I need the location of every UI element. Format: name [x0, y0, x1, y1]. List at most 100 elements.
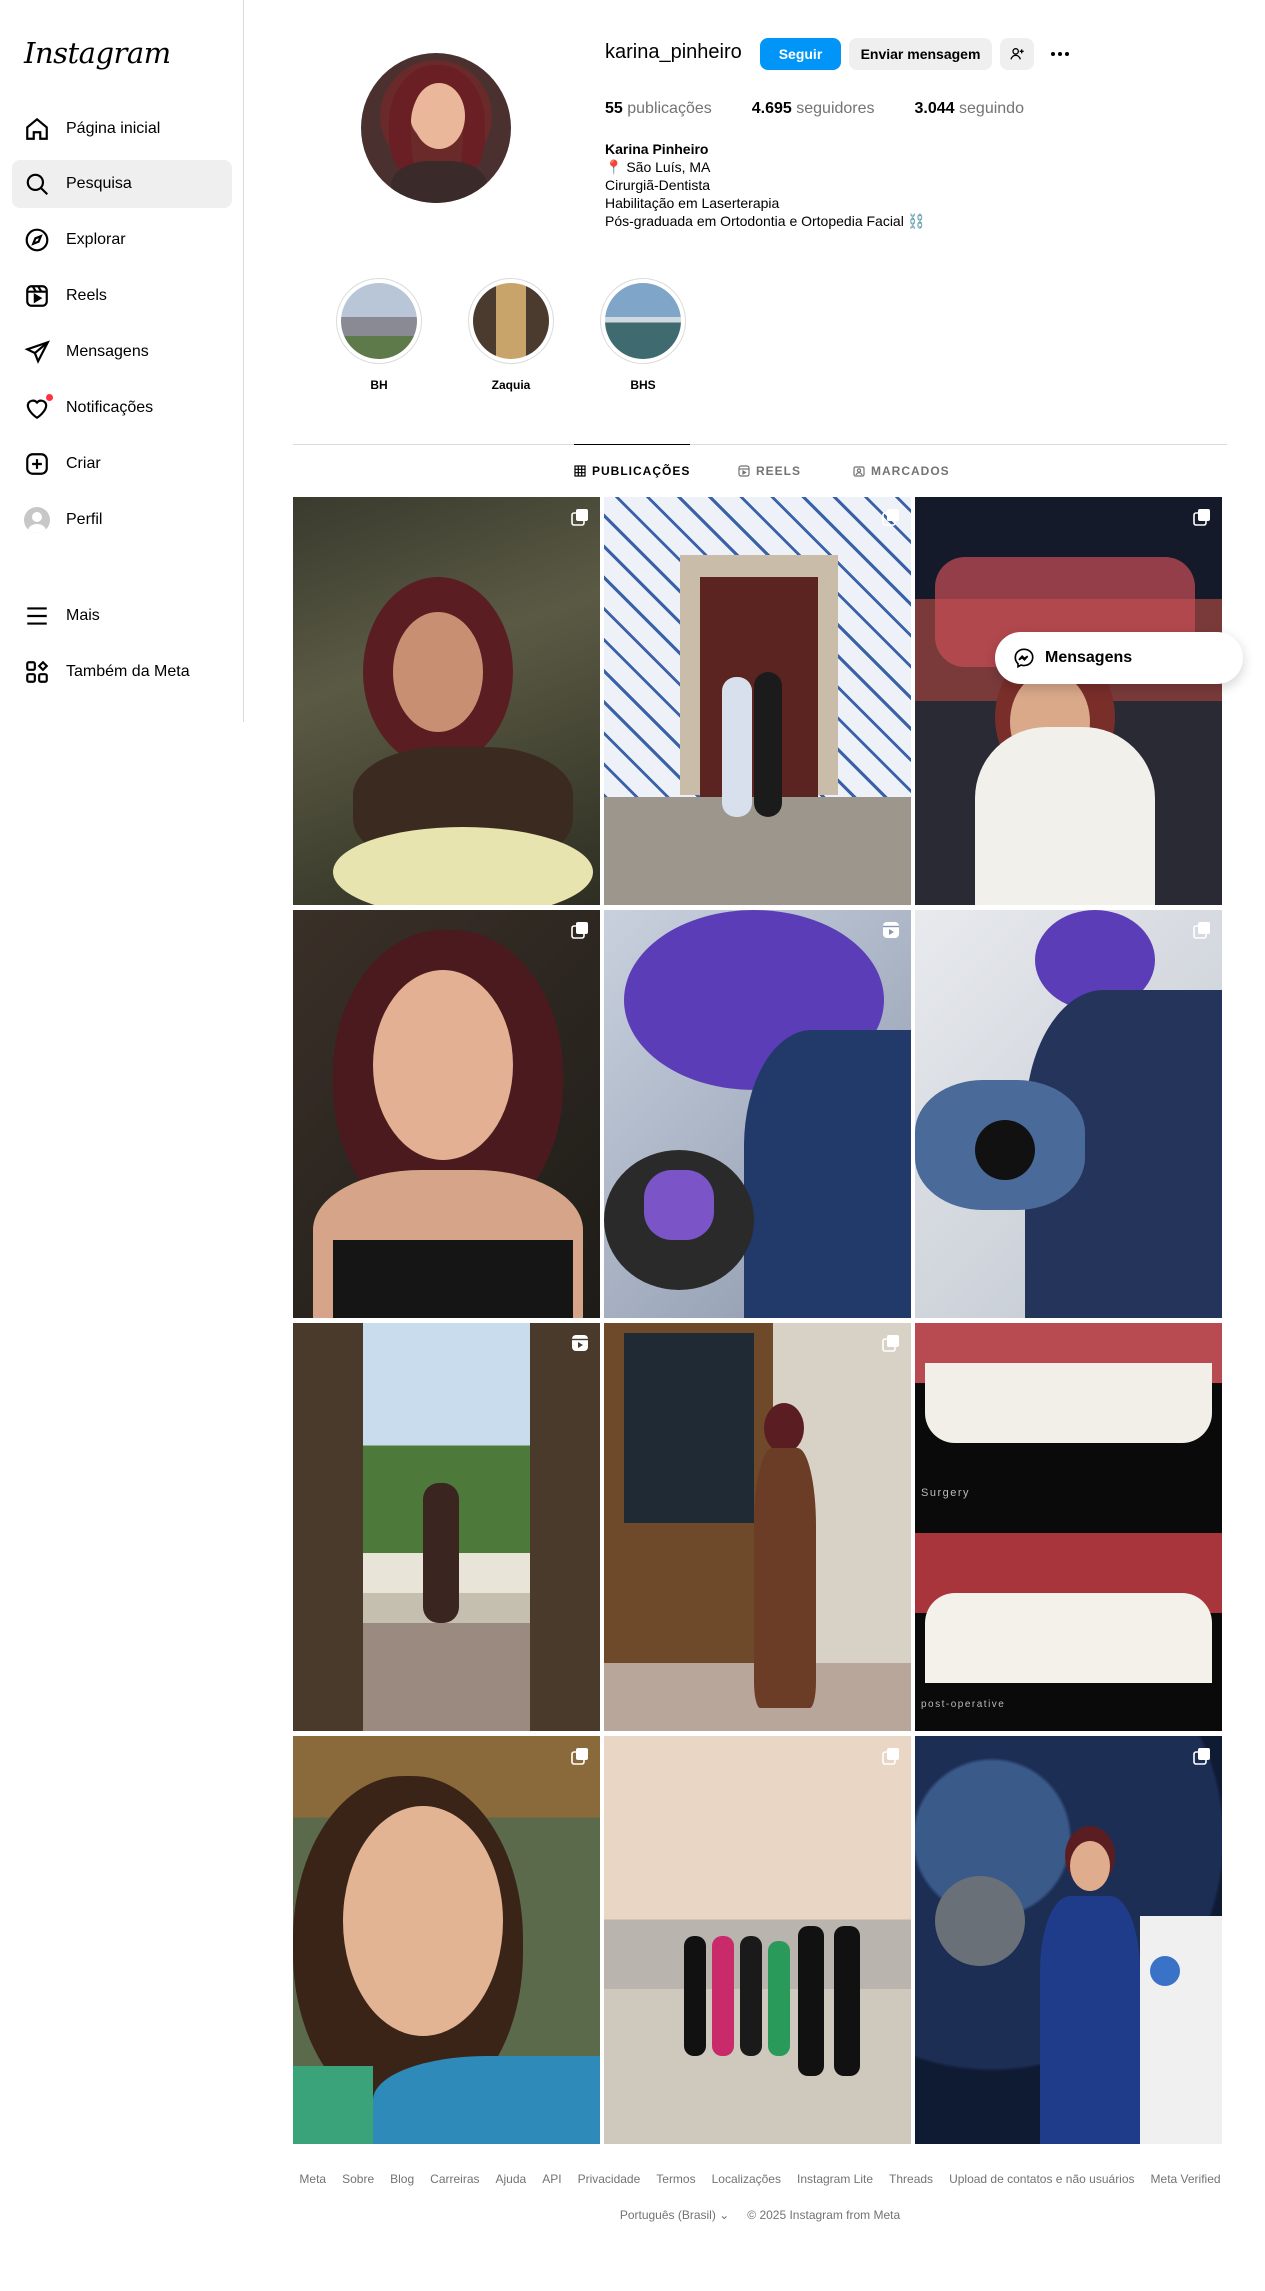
post-thumbnail[interactable] [293, 910, 600, 1318]
menu-icon [27, 607, 47, 625]
avatar [24, 507, 50, 533]
chevron-down-icon: ⌄ [719, 2208, 730, 2222]
sidebar-item-also-from-meta[interactable]: Também da Meta [12, 648, 232, 696]
footer-links: Meta Sobre Blog Carreiras Ajuda API Priv… [293, 2172, 1227, 2186]
footer-link[interactable]: Meta Verified [1151, 2172, 1221, 2186]
bio-line: Cirurgiã-Dentista [605, 177, 711, 193]
post-overlay-label: post-operative [921, 1699, 1006, 1710]
footer-link[interactable]: Blog [390, 2172, 414, 2186]
posts-count: 55 publicações [605, 100, 712, 117]
carousel-icon [882, 1335, 899, 1352]
profile-page: Instagram Página inicial Pesquisa Explor… [0, 0, 1265, 2291]
sidebar-item-label: Também da Meta [66, 663, 190, 680]
sidebar-item-messages[interactable]: Mensagens [12, 328, 232, 376]
followers-link[interactable]: 4.695 seguidores [752, 100, 875, 118]
footer-link[interactable]: Privacidade [578, 2172, 641, 2186]
meta-apps-icon [26, 660, 49, 683]
sidebar-item-label: Pesquisa [66, 175, 132, 192]
copyright: © 2025 Instagram from Meta [747, 2208, 901, 2222]
sidebar: Instagram Página inicial Pesquisa Explor… [0, 0, 244, 722]
post-thumbnail[interactable] [604, 910, 911, 1318]
follow-button[interactable]: Seguir [760, 38, 841, 70]
grid-icon [574, 464, 586, 477]
reel-icon [572, 1335, 588, 1351]
instagram-logo[interactable]: Instagram [24, 36, 171, 70]
following-link[interactable]: 3.044 seguindo [915, 100, 1024, 118]
footer-link[interactable]: Ajuda [496, 2172, 527, 2186]
post-thumbnail[interactable] [293, 1323, 600, 1731]
post-thumbnail[interactable] [915, 1736, 1222, 2144]
post-thumbnail[interactable] [604, 1323, 911, 1731]
language-select[interactable]: Português (Brasil) ⌄ [620, 2208, 729, 2222]
floating-messages-button[interactable]: Mensagens [995, 632, 1243, 684]
highlight-label: BHS [630, 378, 656, 392]
post-thumbnail[interactable] [604, 1736, 911, 2144]
footer-link[interactable]: Sobre [342, 2172, 374, 2186]
messenger-icon [1014, 648, 1034, 669]
bio-location: 📍 São Luís, MA [605, 159, 711, 175]
footer-link[interactable]: Carreiras [430, 2172, 479, 2186]
sidebar-item-notifications[interactable]: Notificações [12, 384, 232, 432]
carousel-icon [1193, 1748, 1210, 1765]
sidebar-item-label: Explorar [66, 231, 126, 248]
footer-link[interactable]: Termos [656, 2172, 695, 2186]
post-thumbnail[interactable] [915, 497, 1222, 905]
sidebar-item-profile[interactable]: Perfil [12, 496, 232, 544]
reels-icon [738, 465, 750, 477]
footer-link[interactable]: Upload de contatos e não usuários [949, 2172, 1134, 2186]
carousel-icon [882, 509, 899, 526]
footer-link[interactable]: Instagram Lite [797, 2172, 873, 2186]
sidebar-item-reels[interactable]: Reels [12, 272, 232, 320]
suggested-users-button[interactable] [1000, 38, 1034, 70]
sidebar-item-explore[interactable]: Explorar [12, 216, 232, 264]
highlight-label: BH [370, 378, 388, 392]
search-icon [26, 173, 49, 196]
footer-bottom: Português (Brasil) ⌄ © 2025 Instagram fr… [293, 2208, 1227, 2222]
story-highlight[interactable]: BH [336, 278, 422, 392]
post-thumbnail[interactable] [915, 910, 1222, 1318]
tab-posts[interactable]: PUBLICAÇÕES [574, 444, 691, 496]
post-thumbnail[interactable] [293, 497, 600, 905]
post-overlay-label: Surgery [921, 1487, 971, 1499]
footer-link[interactable]: Threads [889, 2172, 933, 2186]
post-thumbnail[interactable]: Surgery post-operative [915, 1323, 1222, 1731]
home-icon [26, 117, 48, 140]
sidebar-item-label: Perfil [66, 511, 103, 528]
tab-tagged[interactable]: MARCADOS [853, 445, 950, 497]
footer-link[interactable]: API [542, 2172, 561, 2186]
reel-icon [883, 922, 899, 938]
post-thumbnail[interactable] [293, 1736, 600, 2144]
profile-bio: Karina Pinheiro 📍 São Luís, MA Cirurgiã-… [605, 140, 925, 230]
more-horizontal-icon [1051, 52, 1069, 56]
carousel-icon [571, 509, 588, 526]
add-user-icon [1010, 48, 1024, 60]
options-button[interactable] [1046, 40, 1074, 68]
story-highlight[interactable]: BHS [600, 278, 686, 392]
bio-line: Habilitação em Laserterapia [605, 195, 780, 211]
story-highlight[interactable]: Zaquia [468, 278, 554, 392]
post-thumbnail[interactable] [604, 497, 911, 905]
notification-dot [45, 393, 54, 402]
tagged-icon [853, 466, 865, 477]
sidebar-item-label: Página inicial [66, 120, 161, 137]
compass-icon [25, 228, 49, 252]
sidebar-item-label: Reels [66, 287, 107, 304]
carousel-icon [1193, 509, 1210, 526]
sidebar-item-home[interactable]: Página inicial [12, 105, 232, 153]
tab-reels[interactable]: REELS [738, 445, 801, 497]
profile-full-name: Karina Pinheiro [605, 141, 709, 157]
sidebar-item-more[interactable]: Mais [12, 592, 232, 640]
profile-username: karina_pinheiro [605, 41, 742, 63]
sidebar-item-search[interactable]: Pesquisa [12, 160, 232, 208]
footer-link[interactable]: Meta [299, 2172, 326, 2186]
sidebar-item-create[interactable]: Criar [12, 440, 232, 488]
profile-picture[interactable] [361, 53, 511, 203]
bio-line: Pós-graduada em Ortodontia e Ortopedia F… [605, 213, 926, 229]
carousel-icon [571, 1748, 588, 1765]
sidebar-item-label: Mais [66, 607, 100, 624]
plus-square-icon [26, 453, 48, 475]
reels-icon [26, 285, 48, 307]
send-message-button[interactable]: Enviar mensagem [849, 38, 992, 70]
profile-stats: 55 publicações 4.695 seguidores 3.044 se… [605, 100, 1064, 118]
footer-link[interactable]: Localizações [712, 2172, 781, 2186]
